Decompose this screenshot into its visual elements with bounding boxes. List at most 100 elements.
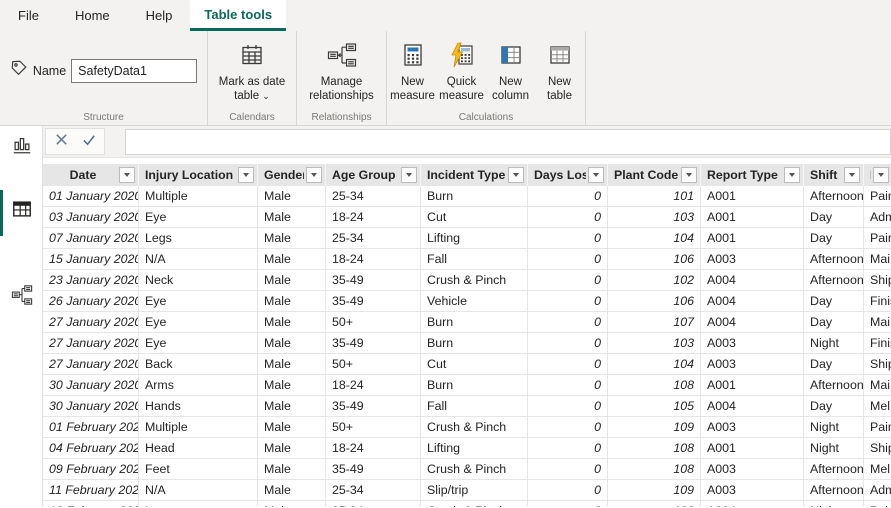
table-cell[interactable]: 0 [528,312,608,332]
sidebar-item-report-view[interactable] [9,134,35,160]
filter-dropdown-button[interactable] [681,167,697,183]
filter-dropdown-button[interactable] [238,167,254,183]
table-cell[interactable]: 108 [608,459,701,479]
table-cell[interactable]: 07 January 2020 [43,228,139,248]
column-header-dep[interactable]: Dep [864,164,891,186]
table-cell[interactable]: Night [804,333,864,353]
table-cell[interactable]: A003 [701,417,804,437]
table-cell[interactable]: Male [258,312,326,332]
table-cell[interactable]: 105 [608,396,701,416]
table-cell[interactable]: 04 February 2020 [43,438,139,458]
table-cell[interactable]: A004 [701,270,804,290]
table-cell[interactable]: 35-49 [326,270,421,290]
new-table-button[interactable]: New table [536,38,583,103]
table-cell[interactable]: Male [258,417,326,437]
filter-dropdown-button[interactable] [401,167,417,183]
column-header-report-type[interactable]: Report Type [701,164,804,186]
table-cell[interactable]: Crush & Pinch [421,417,528,437]
column-header-shift[interactable]: Shift [804,164,864,186]
table-cell[interactable]: 0 [528,249,608,269]
table-cell[interactable]: 0 [528,186,608,206]
table-cell[interactable]: Day [804,396,864,416]
table-cell[interactable]: Afternoon [804,186,864,206]
table-cell[interactable]: Night [804,417,864,437]
table-cell[interactable]: A001 [701,186,804,206]
filter-dropdown-button[interactable] [508,167,524,183]
table-cell[interactable]: Adm [864,207,891,227]
table-cell[interactable]: A003 [701,249,804,269]
table-cell[interactable]: 104 [608,228,701,248]
table-cell[interactable]: A003 [701,354,804,374]
table-cell[interactable]: 26 January 2020 [43,291,139,311]
table-cell[interactable]: A001 [701,207,804,227]
table-cell[interactable]: 03 January 2020 [43,207,139,227]
table-cell[interactable]: Male [258,375,326,395]
table-cell[interactable]: Day [804,291,864,311]
column-header-gender[interactable]: Gender [258,164,326,186]
table-cell[interactable]: 18-24 [326,438,421,458]
column-header-age-group[interactable]: Age Group [326,164,421,186]
table-cell[interactable]: A001 [701,375,804,395]
table-cell[interactable]: 27 January 2020 [43,312,139,332]
quick-measure-button[interactable]: Quick measure [438,38,485,103]
table-cell[interactable]: Day [804,354,864,374]
table-cell[interactable]: Night [804,438,864,458]
filter-dropdown-button[interactable] [844,167,860,183]
sidebar-item-model-view[interactable] [9,284,35,310]
table-cell[interactable]: Male [258,207,326,227]
column-header-injury-location[interactable]: Injury Location [139,164,258,186]
tab-home[interactable]: Home [57,0,128,31]
table-cell[interactable]: Pai [864,501,891,507]
table-cell[interactable]: 25-34 [326,228,421,248]
table-cell[interactable]: 0 [528,501,608,507]
table-cell[interactable]: 0 [528,459,608,479]
table-cell[interactable]: 0 [528,417,608,437]
table-cell[interactable]: Head [139,438,258,458]
table-cell[interactable]: Male [258,354,326,374]
table-cell[interactable]: Male [258,291,326,311]
table-cell[interactable]: Cut [421,354,528,374]
column-header-plant-code[interactable]: Plant Code [608,164,701,186]
table-cell[interactable]: Afternoon [804,480,864,500]
table-cell[interactable]: Multiple [139,417,258,437]
table-cell[interactable]: Finis [864,291,891,311]
table-cell[interactable]: 13 February 2020 [43,501,139,507]
table-cell[interactable]: 23 January 2020 [43,270,139,290]
table-cell[interactable]: Crush & Pinch [421,270,528,290]
table-cell[interactable]: 35-49 [326,291,421,311]
table-cell[interactable]: A004 [701,312,804,332]
table-cell[interactable]: 27 January 2020 [43,354,139,374]
table-cell[interactable]: 09 February 2020 [43,459,139,479]
new-measure-button[interactable]: New measure [389,38,436,103]
table-cell[interactable]: 0 [528,270,608,290]
table-cell[interactable]: Legs [139,501,258,507]
table-cell[interactable]: 108 [608,375,701,395]
table-cell[interactable]: Male [258,438,326,458]
table-cell[interactable]: A004 [701,501,804,507]
table-cell[interactable]: 103 [608,501,701,507]
filter-dropdown-button[interactable] [119,167,135,183]
tab-table-tools[interactable]: Table tools [190,0,287,31]
column-header-days-lost[interactable]: Days Lost [528,164,608,186]
table-cell[interactable]: Legs [139,228,258,248]
table-cell[interactable]: Ship [864,438,891,458]
table-cell[interactable]: Day [804,312,864,332]
table-cell[interactable]: Arms [139,375,258,395]
table-cell[interactable]: Male [258,249,326,269]
table-cell[interactable]: Burn [421,375,528,395]
table-cell[interactable]: A004 [701,291,804,311]
table-cell[interactable]: Mel [864,396,891,416]
table-cell[interactable]: 25-34 [326,186,421,206]
table-cell[interactable]: 50+ [326,417,421,437]
table-cell[interactable]: Day [804,228,864,248]
column-header-incident-type[interactable]: Incident Type [421,164,528,186]
table-cell[interactable]: 109 [608,417,701,437]
table-cell[interactable]: Ship [864,270,891,290]
table-cell[interactable]: A001 [701,438,804,458]
table-cell[interactable]: 0 [528,480,608,500]
table-cell[interactable]: Crush & Pinch [421,501,528,507]
table-cell[interactable]: Crush & Pinch [421,459,528,479]
table-cell[interactable]: Mai [864,375,891,395]
table-cell[interactable]: Fall [421,249,528,269]
table-cell[interactable]: 106 [608,249,701,269]
